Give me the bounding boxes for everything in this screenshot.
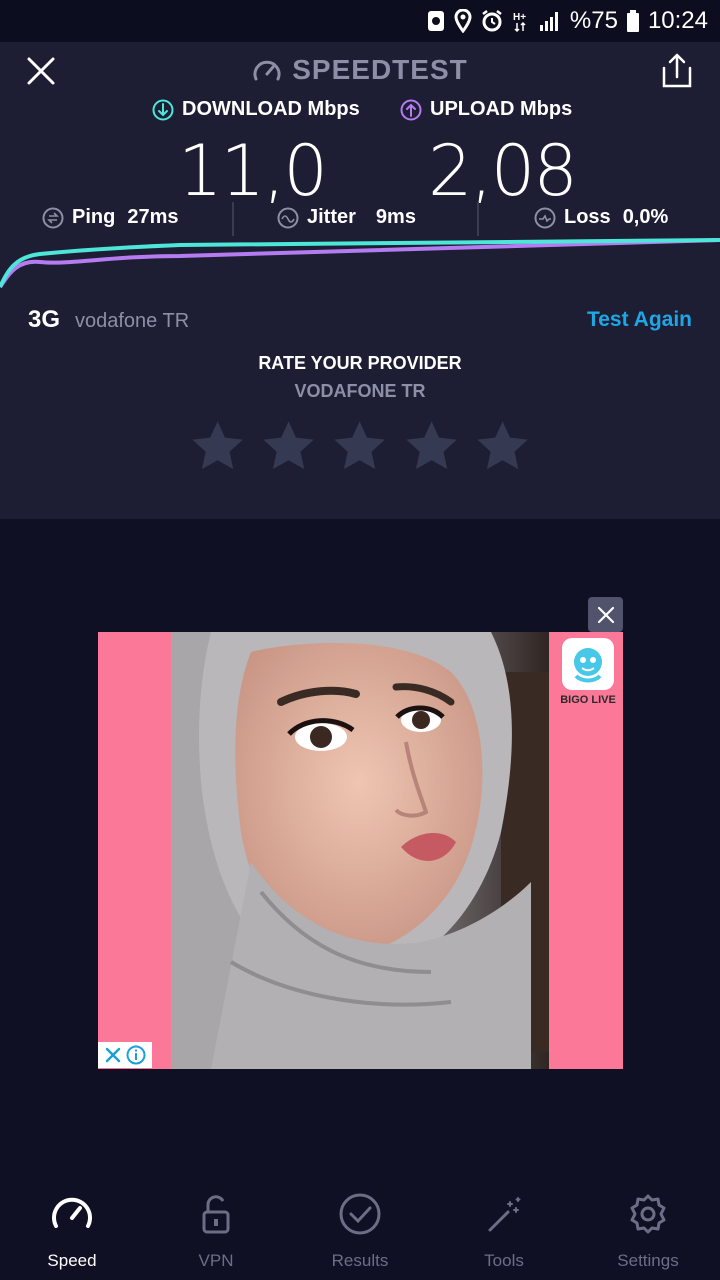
app-title-text: SPEEDTEST: [292, 54, 468, 85]
jitter-icon: [277, 207, 299, 228]
speed-gauge-icon: [52, 1197, 92, 1228]
speedtest-logo-icon: [253, 60, 281, 81]
upload-value: 2,08: [428, 130, 578, 212]
loss-label: Loss: [564, 206, 611, 228]
nav-vpn[interactable]: VPN: [144, 1190, 288, 1280]
close-icon: [597, 606, 614, 623]
nav-speed[interactable]: Speed: [0, 1190, 144, 1280]
download-label: DOWNLOAD Mbps: [152, 98, 360, 121]
upload-label-text: UPLOAD Mbps: [430, 98, 573, 120]
download-arrow-icon: [152, 99, 174, 120]
gear-icon: [630, 1194, 666, 1234]
metrics-labels: DOWNLOAD Mbps UPLOAD Mbps: [0, 98, 720, 128]
upload-label: UPLOAD Mbps: [400, 98, 572, 121]
lock-icon: [202, 1195, 230, 1234]
star-icon[interactable]: [404, 418, 459, 474]
download-graph-line: [0, 238, 720, 288]
share-button[interactable]: [660, 52, 694, 90]
notification-icon: [427, 11, 444, 31]
battery-percent: %75: [569, 7, 618, 34]
nav-tools[interactable]: Tools: [432, 1190, 576, 1280]
star-icon[interactable]: [261, 418, 316, 474]
network-hplus-icon: H+: [513, 12, 526, 33]
ping-label: Ping: [72, 206, 116, 228]
provider-name: vodafone TR: [75, 310, 190, 332]
nav-settings[interactable]: Settings: [576, 1190, 720, 1280]
ad-portrait-image: [171, 632, 549, 1069]
status-bar: H+ %75 10:24: [0, 0, 720, 42]
speedtest-panel: SPEEDTEST DOWNLOAD Mbps UPLOAD Mbps 11,0…: [0, 42, 720, 519]
bigo-mascot-icon: [562, 638, 614, 690]
loss-icon: [534, 207, 556, 228]
download-value: 11,0: [178, 130, 328, 212]
star-icon[interactable]: [332, 418, 387, 474]
checkmark-circle-icon: [339, 1193, 381, 1235]
info-icon: [126, 1045, 146, 1065]
adchoices-button[interactable]: [98, 1042, 152, 1068]
upload-arrow-icon: [400, 99, 422, 120]
ad-brand-logo[interactable]: BIGO LIVE: [558, 638, 618, 718]
battery-icon: [626, 10, 639, 32]
ad-photo[interactable]: [171, 632, 549, 1069]
header: SPEEDTEST: [0, 42, 720, 98]
bottom-navigation: Speed VPN Results Tools Settings: [0, 1180, 720, 1280]
status-icons: H+ %75 10:24: [426, 7, 708, 35]
download-label-text: DOWNLOAD Mbps: [182, 98, 360, 120]
star-icon[interactable]: [475, 418, 530, 474]
rate-provider-name: VODAFONE TR: [294, 381, 426, 401]
nav-results-label: Results: [331, 1251, 389, 1270]
jitter-stat: Jitter 9ms: [277, 206, 416, 229]
nav-vpn-label: VPN: [198, 1251, 234, 1270]
ping-value: 27ms: [127, 206, 179, 228]
jitter-label: Jitter: [307, 206, 356, 228]
test-again-button[interactable]: Test Again: [587, 308, 692, 332]
clock: 10:24: [647, 7, 708, 34]
nav-speed-label: Speed: [47, 1251, 97, 1270]
ad-banner[interactable]: BIGO LIVE: [98, 632, 623, 1069]
star-icon[interactable]: [190, 418, 245, 474]
nav-settings-label: Settings: [617, 1251, 679, 1270]
nav-tools-label: Tools: [484, 1251, 524, 1270]
share-icon: [662, 53, 692, 88]
ping-stat: Ping 27ms: [42, 206, 179, 229]
loss-value: 0,0%: [622, 206, 669, 228]
ping-icon: [42, 207, 64, 228]
rating-stars: [190, 418, 530, 476]
stat-divider: [477, 202, 479, 236]
network-row: 3G vodafone TR Test Again: [0, 306, 720, 336]
nav-results[interactable]: Results: [288, 1190, 432, 1280]
ad-brand-text: BIGO LIVE: [560, 694, 616, 706]
alarm-icon: [482, 10, 502, 32]
app-title: SPEEDTEST: [0, 54, 720, 86]
loss-stat: Loss 0,0%: [534, 206, 668, 229]
signal-icon: [539, 12, 558, 31]
location-icon: [454, 9, 472, 33]
speed-graph: [0, 238, 720, 289]
close-icon: [105, 1047, 121, 1063]
magic-wand-icon: [488, 1197, 521, 1232]
jitter-value: 9ms: [375, 206, 416, 228]
rate-title: RATE YOUR PROVIDER: [258, 353, 462, 373]
stat-divider: [232, 202, 234, 236]
ad-close-button[interactable]: [588, 597, 623, 632]
svg-text:H+: H+: [513, 12, 526, 23]
network-type: 3G: [28, 306, 61, 333]
